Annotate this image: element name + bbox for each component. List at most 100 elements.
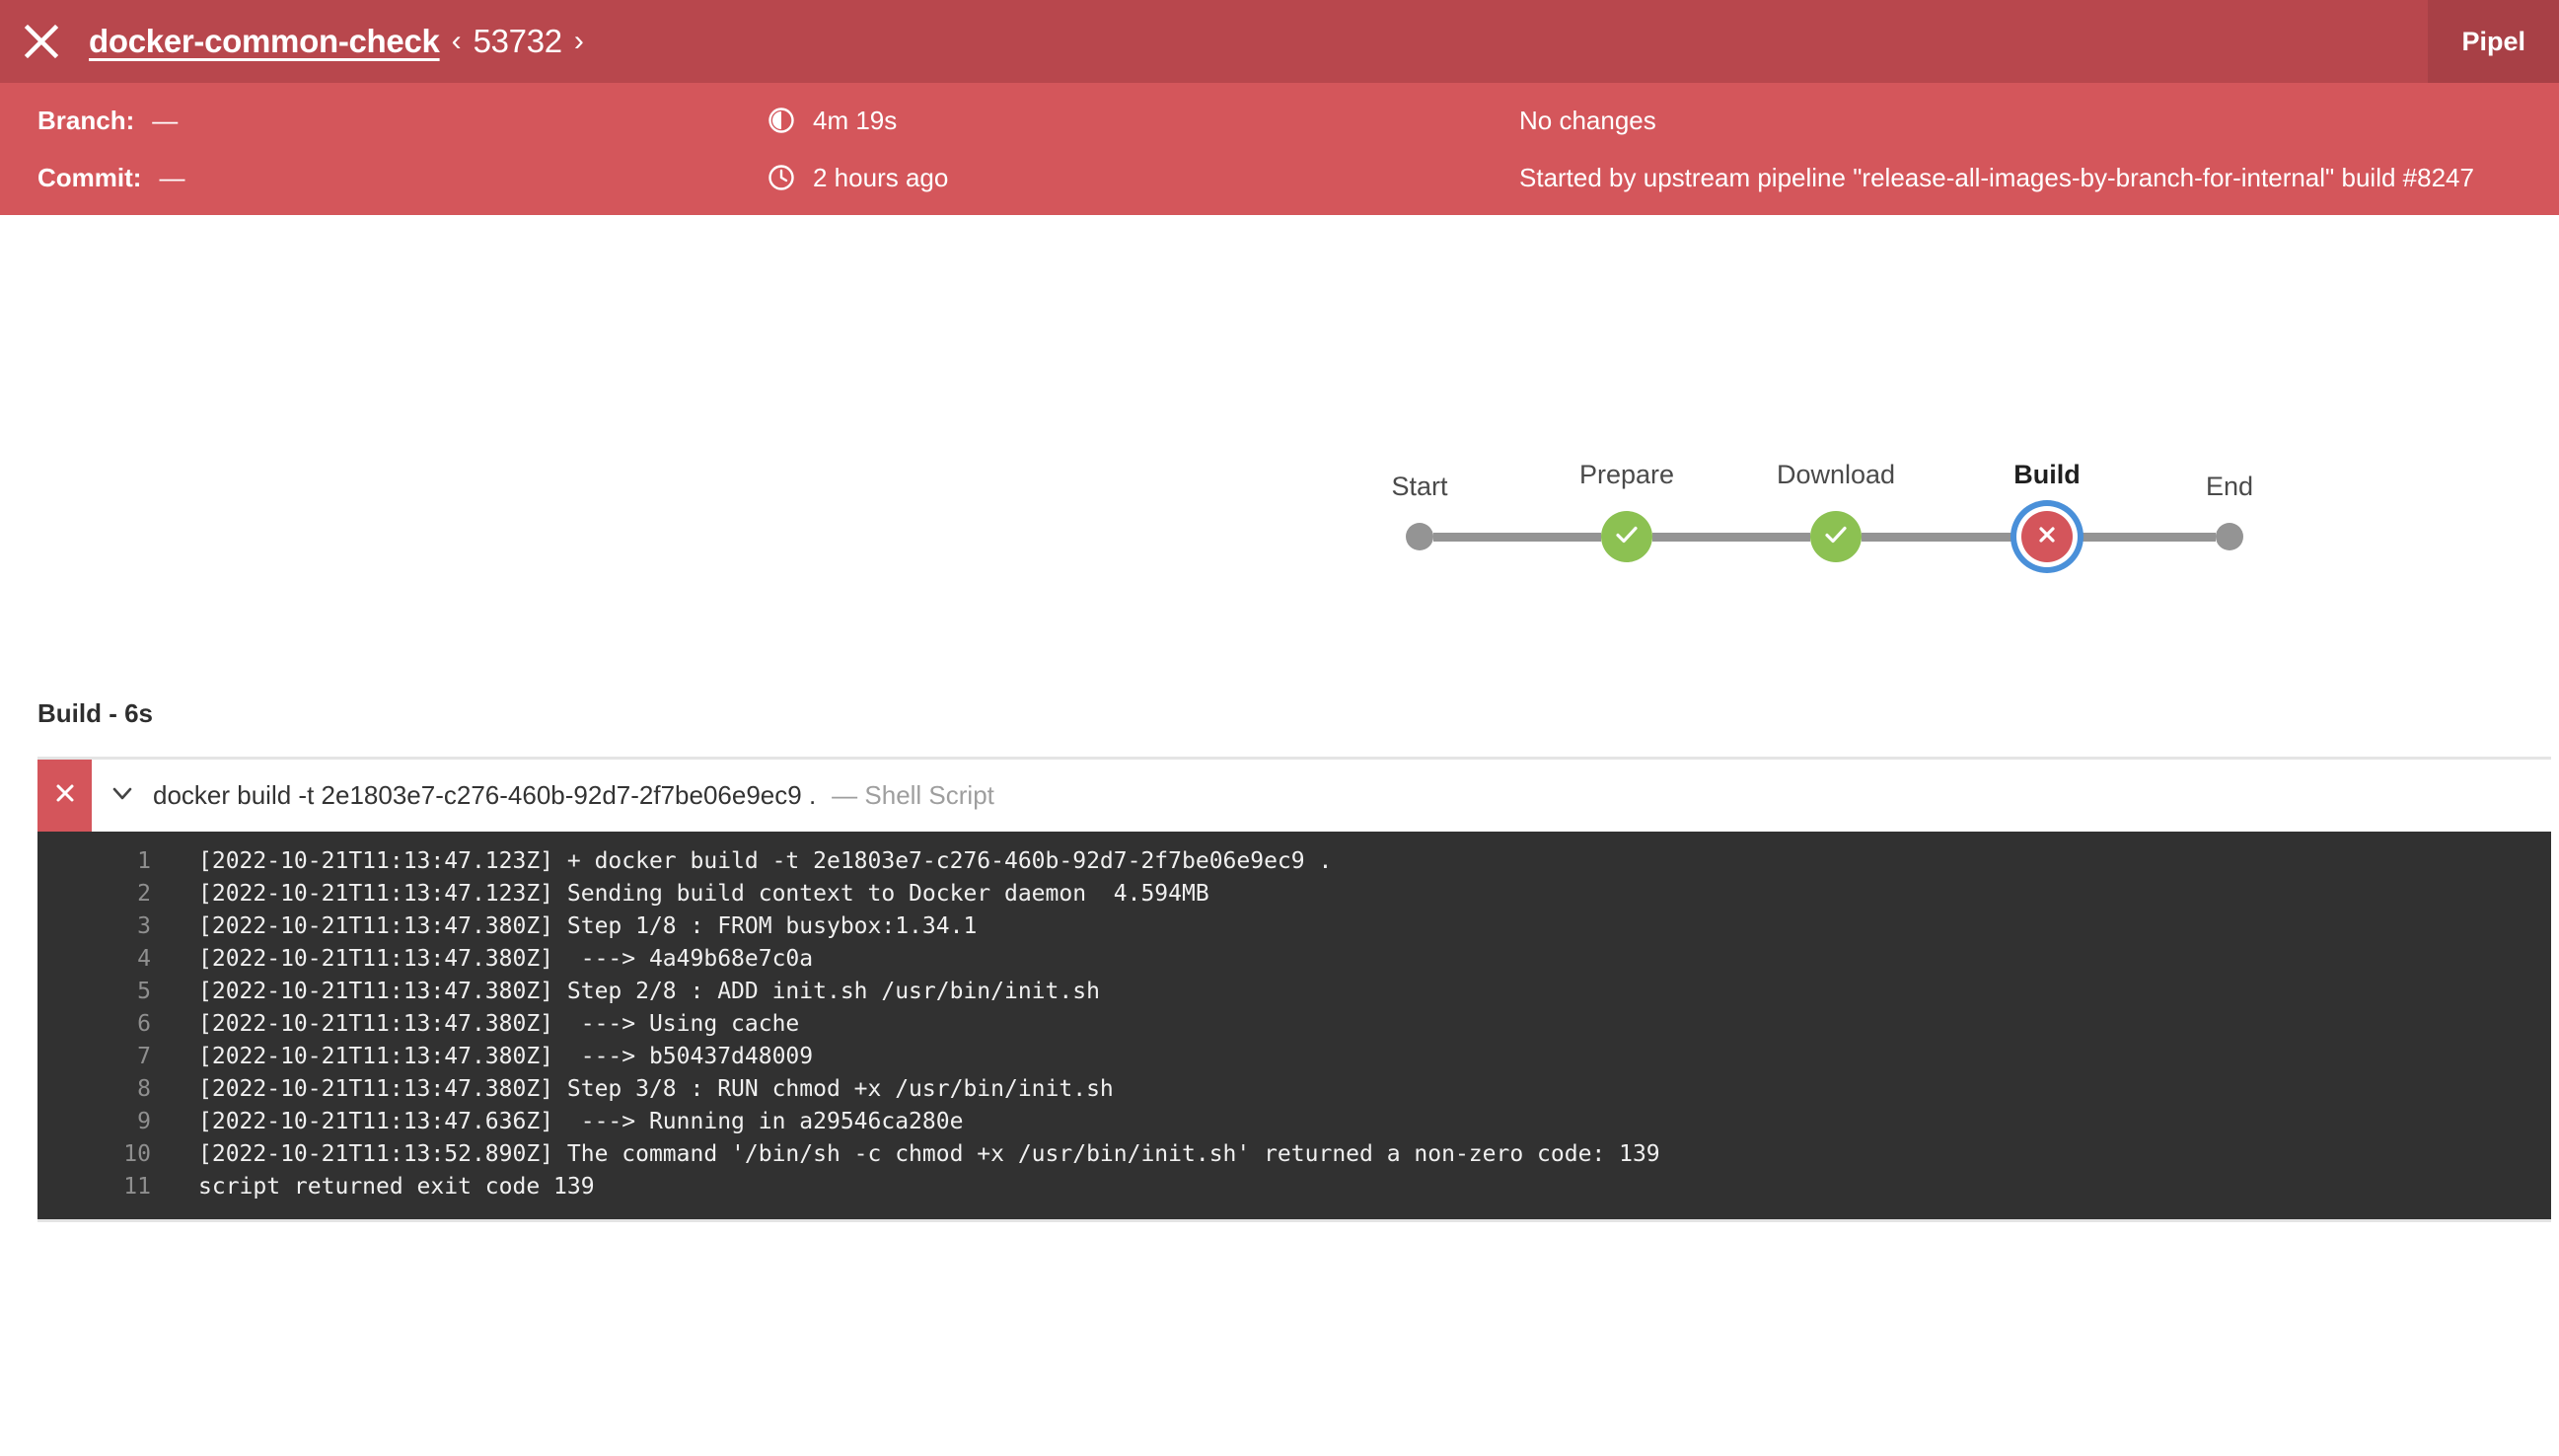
close-button[interactable] <box>0 0 83 83</box>
cause-row: Started by upstream pipeline "release-al… <box>1519 149 2559 206</box>
duration-row: 4m 19s <box>768 92 948 149</box>
clock-icon <box>768 164 801 191</box>
log-line-text: [2022-10-21T11:13:47.123Z] Sending build… <box>151 878 1209 910</box>
tab-pipeline[interactable]: Pipel <box>2428 0 2559 83</box>
changes-text: No changes <box>1519 108 1656 133</box>
log-line-number: 2 <box>37 878 151 910</box>
log-line-text: [2022-10-21T11:13:47.636Z] ---> Running … <box>151 1106 963 1138</box>
step-status-badge[interactable] <box>37 760 92 832</box>
next-run-button[interactable]: › <box>562 27 596 56</box>
log-line: 8 [2022-10-21T11:13:47.380Z] Step 3/8 : … <box>37 1073 2551 1106</box>
log-line-number: 1 <box>37 845 151 878</box>
stage-start-node <box>1406 523 1433 550</box>
log-line-number: 8 <box>37 1073 151 1106</box>
steps-section-title: Build - 6s <box>37 698 2559 729</box>
commit-value: — <box>159 165 184 190</box>
branch-row: Branch: — <box>37 92 184 149</box>
log-line-number: 7 <box>37 1041 151 1073</box>
log-line: 4 [2022-10-21T11:13:47.380Z] ---> 4a49b6… <box>37 943 2551 976</box>
stage-start: Start <box>1406 523 1433 550</box>
x-icon <box>2034 522 2060 552</box>
stage-track: Start Prepare Download <box>1406 511 2243 562</box>
changes-row: No changes <box>1519 92 2559 149</box>
timestamp-row: 2 hours ago <box>768 149 948 206</box>
branch-value: — <box>152 108 178 133</box>
stage-build[interactable]: Build <box>2021 511 2073 562</box>
close-icon <box>22 22 61 61</box>
log-line-text: [2022-10-21T11:13:47.380Z] ---> Using ca… <box>151 1008 799 1041</box>
step-header[interactable]: docker build -t 2e1803e7-c276-460b-92d7-… <box>37 760 2551 832</box>
log-line: 10 [2022-10-21T11:13:52.890Z] The comman… <box>37 1138 2551 1171</box>
x-icon <box>51 779 79 812</box>
log-line: 7 [2022-10-21T11:13:47.380Z] ---> b50437… <box>37 1041 2551 1073</box>
log-line-text: [2022-10-21T11:13:47.380Z] ---> 4a49b68e… <box>151 943 813 976</box>
stopwatch-icon <box>768 107 801 134</box>
cause-text: Started by upstream pipeline "release-al… <box>1519 165 2474 190</box>
log-line-number: 9 <box>37 1106 151 1138</box>
tab-pipeline-label: Pipel <box>2461 27 2525 57</box>
top-bar: docker-common-check ‹ 53732 › Pipel <box>0 0 2559 83</box>
run-info-bar: Branch: — Commit: — 4m 19s <box>0 83 2559 215</box>
step-title: docker build -t 2e1803e7-c276-460b-92d7-… <box>153 780 816 811</box>
connector-start-prepare <box>1433 533 1601 542</box>
job-name-link[interactable]: docker-common-check <box>89 23 440 60</box>
stage-end-label: End <box>2206 472 2253 502</box>
log-line: 6 [2022-10-21T11:13:47.380Z] ---> Using … <box>37 1008 2551 1041</box>
stage-start-label: Start <box>1391 472 1447 502</box>
console-output[interactable]: 1 [2022-10-21T11:13:47.123Z] + docker bu… <box>37 832 2551 1219</box>
log-line: 11 script returned exit code 139 <box>37 1171 2551 1203</box>
stage-download[interactable]: Download <box>1810 511 1862 562</box>
stage-end-node <box>2216 523 2243 550</box>
stage-prepare-node[interactable] <box>1601 511 1652 562</box>
chevron-down-icon <box>109 779 136 812</box>
connector-download-build <box>1862 533 2021 542</box>
step-expand-toggle[interactable] <box>92 779 153 812</box>
log-line-number: 10 <box>37 1138 151 1171</box>
log-line-text: [2022-10-21T11:13:47.123Z] + docker buil… <box>151 845 1332 878</box>
log-line-text: [2022-10-21T11:13:47.380Z] Step 3/8 : RU… <box>151 1073 1114 1106</box>
log-line-number: 4 <box>37 943 151 976</box>
log-line-number: 6 <box>37 1008 151 1041</box>
log-line-text: [2022-10-21T11:13:52.890Z] The command '… <box>151 1138 1660 1171</box>
stage-download-node[interactable] <box>1810 511 1862 562</box>
log-line: 3 [2022-10-21T11:13:47.380Z] Step 1/8 : … <box>37 910 2551 943</box>
check-icon <box>1612 520 1642 554</box>
log-line: 1 [2022-10-21T11:13:47.123Z] + docker bu… <box>37 845 2551 878</box>
stage-build-label: Build <box>2013 460 2081 490</box>
log-line: 2 [2022-10-21T11:13:47.123Z] Sending bui… <box>37 878 2551 910</box>
stage-download-label: Download <box>1777 460 1895 490</box>
timestamp-value: 2 hours ago <box>813 165 948 190</box>
connector-prepare-download <box>1652 533 1810 542</box>
step-type-label: — Shell Script <box>832 780 994 811</box>
info-column-changes: No changes Started by upstream pipeline … <box>1519 83 2559 215</box>
chevron-right-icon: › <box>574 25 584 57</box>
stage-prepare-label: Prepare <box>1579 460 1674 490</box>
log-line: 9 [2022-10-21T11:13:47.636Z] ---> Runnin… <box>37 1106 2551 1138</box>
top-bar-tabs: Pipel <box>2428 0 2559 83</box>
log-line-number: 3 <box>37 910 151 943</box>
log-line-text: script returned exit code 139 <box>151 1171 595 1203</box>
run-number: 53732 <box>474 23 562 60</box>
info-column-scm: Branch: — Commit: — <box>37 83 184 215</box>
previous-run-button[interactable]: ‹ <box>440 27 474 56</box>
check-icon <box>1821 520 1851 554</box>
stage-prepare[interactable]: Prepare <box>1601 511 1652 562</box>
log-line: 5 [2022-10-21T11:13:47.380Z] Step 2/8 : … <box>37 976 2551 1008</box>
pipeline-graph: Start Prepare Download <box>0 215 2559 698</box>
step-block: docker build -t 2e1803e7-c276-460b-92d7-… <box>37 757 2551 1222</box>
stage-end: End <box>2216 523 2243 550</box>
steps-section: Build - 6s docker build -t 2e1803e7-c276… <box>0 698 2559 1222</box>
log-line-number: 5 <box>37 976 151 1008</box>
info-column-timing: 4m 19s 2 hours ago <box>768 83 948 215</box>
commit-row: Commit: — <box>37 149 184 206</box>
commit-label: Commit: <box>37 165 141 190</box>
chevron-left-icon: ‹ <box>452 25 462 57</box>
log-line-text: [2022-10-21T11:13:47.380Z] ---> b50437d4… <box>151 1041 813 1073</box>
branch-label: Branch: <box>37 108 134 133</box>
log-line-text: [2022-10-21T11:13:47.380Z] Step 1/8 : FR… <box>151 910 977 943</box>
log-line-number: 11 <box>37 1171 151 1203</box>
stage-build-node[interactable] <box>2021 511 2073 562</box>
log-line-text: [2022-10-21T11:13:47.380Z] Step 2/8 : AD… <box>151 976 1100 1008</box>
duration-value: 4m 19s <box>813 108 897 133</box>
connector-build-end <box>2073 533 2216 542</box>
